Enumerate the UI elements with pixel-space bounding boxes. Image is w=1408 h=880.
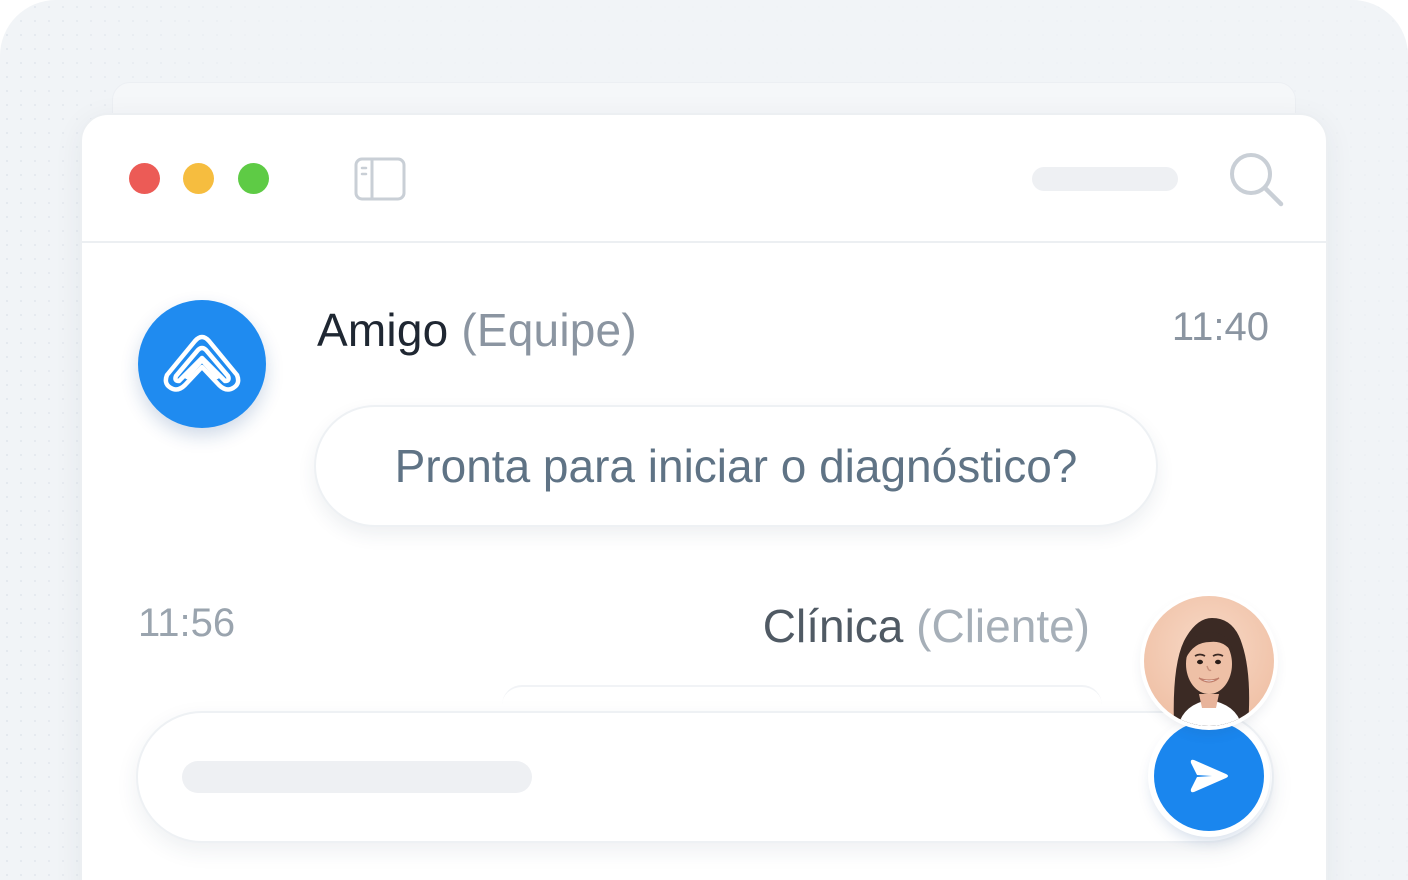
message-time: 11:40 xyxy=(1171,305,1269,349)
user-avatar xyxy=(1144,596,1274,726)
title-placeholder xyxy=(1032,167,1178,191)
message-bubble: Pronta para iniciar o diagnóstico? xyxy=(314,405,1158,527)
close-window-button[interactable] xyxy=(129,163,160,194)
sender-role: (Cliente) xyxy=(916,600,1090,652)
maximize-window-button[interactable] xyxy=(238,163,269,194)
message-composer xyxy=(136,711,1274,843)
sender-name: Clínica xyxy=(762,600,904,652)
user-avatar-image xyxy=(1144,596,1274,726)
sidebar-toggle-button[interactable] xyxy=(354,157,406,201)
minimize-window-button[interactable] xyxy=(183,163,214,194)
amigo-avatar xyxy=(138,300,266,428)
title-bar xyxy=(82,115,1326,243)
message-sender: Clínica (Cliente) xyxy=(763,599,1090,653)
search-icon xyxy=(1230,153,1284,207)
amigo-logo-icon xyxy=(163,334,241,392)
send-button[interactable] xyxy=(1154,721,1264,831)
sidebar-toggle-icon xyxy=(354,157,406,201)
message-input[interactable] xyxy=(182,761,532,793)
sender-name: Amigo xyxy=(317,304,449,356)
message-time: 11:56 xyxy=(138,601,236,645)
message-sender: Amigo (Equipe) xyxy=(317,303,637,357)
sender-role: (Equipe) xyxy=(461,304,637,356)
chat-window: Amigo (Equipe) 11:40 Pronta para iniciar… xyxy=(80,113,1328,880)
send-icon xyxy=(1190,759,1228,793)
search-button[interactable] xyxy=(1226,149,1286,209)
